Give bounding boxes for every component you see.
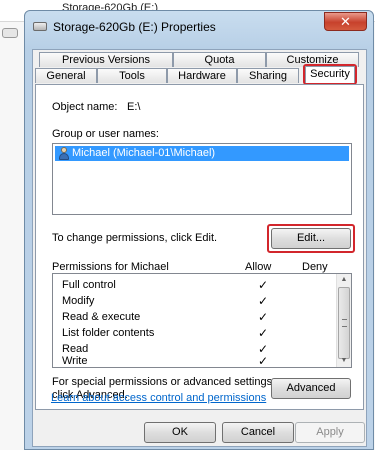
cancel-button[interactable]: Cancel (222, 422, 294, 443)
close-button[interactable]: ✕ (324, 12, 367, 31)
tab-general[interactable]: General (35, 68, 97, 83)
allow-check-icon: ✓ (258, 294, 269, 308)
special-permissions-text-line1: For special permissions or advanced sett… (52, 376, 276, 388)
user-list-item[interactable]: Michael (Michael-01\Michael) (55, 146, 349, 161)
permissions-scrollbar[interactable]: ▲ ▼ (336, 274, 351, 367)
user-list[interactable]: Michael (Michael-01\Michael) (52, 143, 352, 215)
object-name-value: E:\ (127, 101, 141, 113)
scroll-down-arrow-icon[interactable]: ▼ (339, 356, 349, 366)
group-or-user-names-label: Group or user names: (52, 128, 159, 140)
permission-name: Full control (62, 279, 116, 291)
permission-name: Read & execute (62, 311, 141, 323)
scroll-thumb[interactable] (338, 287, 350, 359)
security-panel: Object name: E:\ Group or user names: Mi… (35, 84, 364, 410)
dialog-body: Previous Versions Quota Customize Genera… (32, 49, 367, 447)
drive-icon (33, 22, 47, 31)
properties-dialog: Storage-620Gb (E:) Properties ✕ Previous… (24, 10, 374, 450)
tab-quota[interactable]: Quota (173, 52, 266, 67)
tab-security[interactable]: Security (305, 66, 355, 83)
allow-check-icon: ✓ (258, 278, 269, 292)
window-title: Storage-620Gb (E:) Properties (53, 20, 216, 34)
permissions-list[interactable]: Full control ✓ Modify ✓ Read & execute ✓… (52, 273, 352, 368)
tab-customize[interactable]: Customize (266, 52, 359, 67)
edit-button[interactable]: Edit... (271, 228, 351, 249)
ok-button[interactable]: OK (144, 422, 216, 443)
allow-check-icon: ✓ (258, 310, 269, 324)
allow-check-icon: ✓ (258, 326, 269, 340)
scroll-up-arrow-icon[interactable]: ▲ (339, 275, 349, 285)
allow-check-icon: ✓ (258, 354, 269, 368)
tab-sharing[interactable]: Sharing (237, 68, 299, 83)
title-bar[interactable]: Storage-620Gb (E:) Properties ✕ (25, 11, 373, 41)
tab-tools[interactable]: Tools (97, 68, 167, 83)
allow-header: Allow (245, 261, 272, 273)
change-permissions-text: To change permissions, click Edit. (52, 232, 218, 244)
apply-button[interactable]: Apply (295, 422, 365, 443)
object-name-label: Object name: (52, 101, 118, 113)
user-icon (58, 147, 70, 160)
tab-hardware[interactable]: Hardware (167, 68, 237, 83)
permission-name: Write (62, 355, 88, 367)
permission-name: List folder contents (62, 327, 155, 339)
learn-access-control-link[interactable]: Learn about access control and permissio… (51, 392, 266, 404)
user-name: Michael (Michael-01\Michael) (72, 147, 216, 159)
background-drive-icon (2, 28, 18, 38)
deny-header: Deny (302, 261, 328, 273)
tab-previous-versions[interactable]: Previous Versions (39, 52, 173, 67)
permissions-for-label: Permissions for Michael (52, 261, 169, 273)
advanced-button[interactable]: Advanced (271, 378, 351, 399)
permission-name: Modify (62, 295, 95, 307)
